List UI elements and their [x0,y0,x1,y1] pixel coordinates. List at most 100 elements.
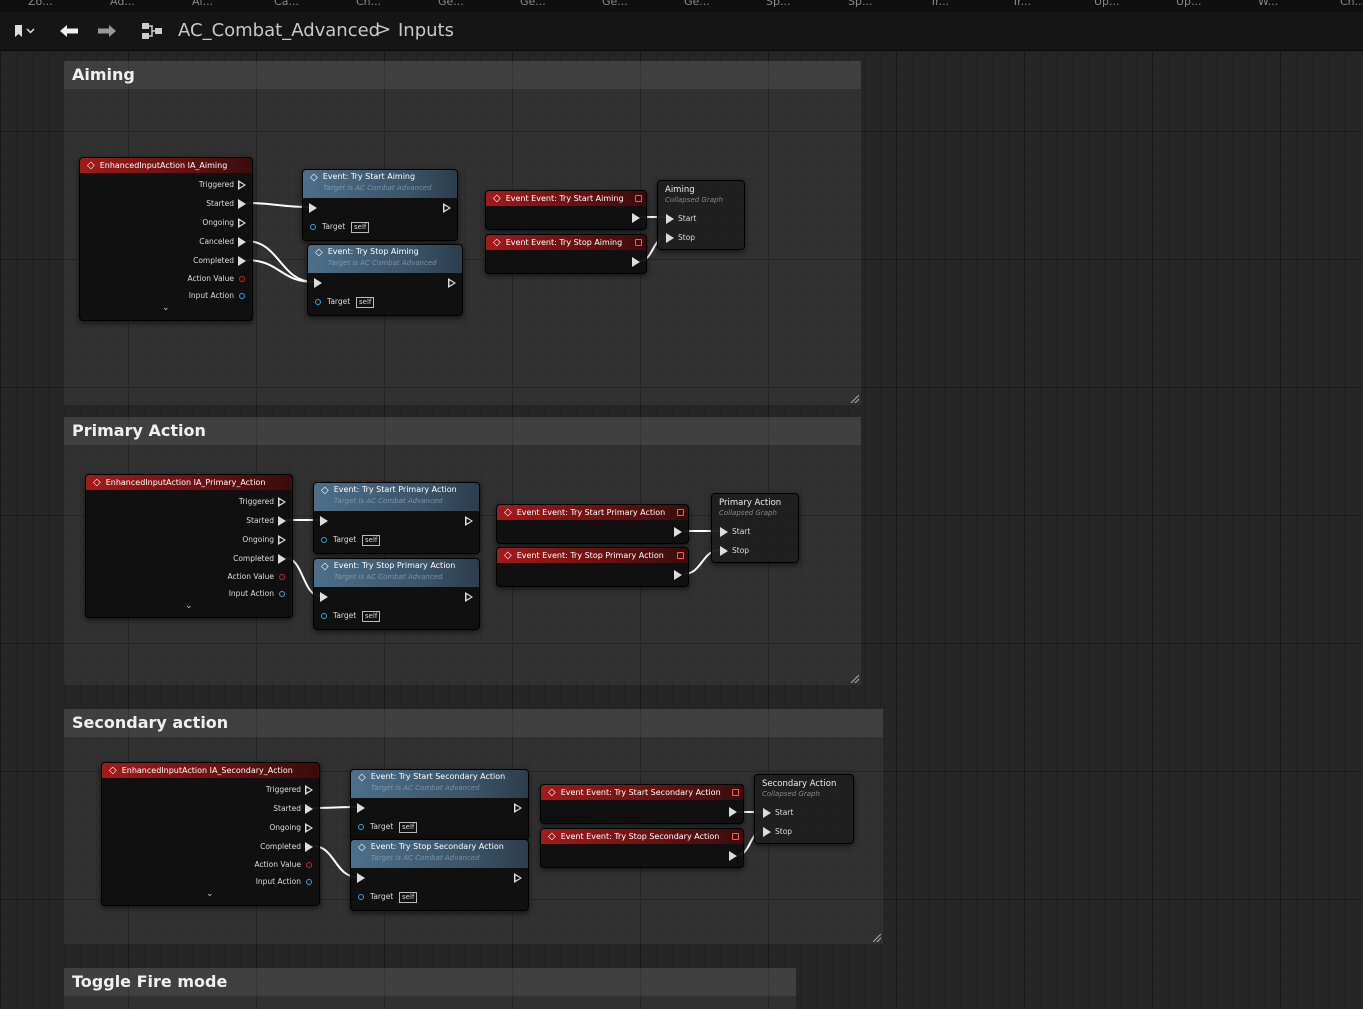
self-default-value[interactable]: self [362,535,381,546]
forward-button[interactable] [90,12,124,50]
node-header[interactable]: ◇ Event: Try Stop Secondary Action Target … [351,840,528,868]
exec-pin-in[interactable] [357,873,365,883]
tab-item[interactable]: Zo... [28,0,53,8]
node-header[interactable]: ◇ Event: Try Stop Aiming Target is AC Comb… [308,245,462,273]
exec-pin-out[interactable] [729,807,737,817]
delegate-pin[interactable] [732,833,739,840]
delegate-pin[interactable] [635,195,642,202]
tab-item[interactable]: Ca... [274,0,299,8]
delegate-pin[interactable] [732,789,739,796]
node-header[interactable]: ◇ Event Event: Try Stop Aiming [486,235,646,250]
exec-pin-in[interactable] [320,592,328,602]
custom-event-node[interactable]: ◇ Event Event: Try Start Primary Action [496,504,689,544]
chevron-down-icon[interactable]: ⌄ [206,889,214,899]
collapsed-graph-node[interactable]: Primary Action Collapsed Graph Start Sto… [711,493,799,563]
custom-event-node[interactable]: ◇ Event Event: Try Stop Aiming [485,234,647,274]
exec-pin-completed[interactable] [278,554,286,564]
node-header[interactable]: ◇ Event Event: Try Start Primary Action [497,505,688,520]
resize-handle[interactable] [873,934,881,942]
exec-pin-out[interactable] [448,278,456,288]
data-pin-action-value[interactable] [279,574,285,580]
data-pin-target[interactable] [310,224,316,230]
data-pin-action-value[interactable] [306,862,312,868]
breadcrumb-root[interactable]: AC_Combat_Advanced [178,20,380,41]
node-header[interactable]: ◇ Event: Try Stop Primary Action Target is… [314,559,479,587]
data-pin-input-action[interactable] [279,591,285,597]
input-action-node[interactable]: ◇ EnhancedInputAction IA_Secondary_Action… [101,762,320,906]
node-header[interactable]: ◇ EnhancedInputAction IA_Primary_Action [86,475,292,490]
data-pin-input-action[interactable] [306,879,312,885]
node-header[interactable]: ◇ Event Event: Try Start Secondary Action [541,785,743,800]
exec-pin-out[interactable] [514,803,522,813]
tab-item[interactable]: Ge... [520,0,546,8]
exec-pin-triggered[interactable] [238,180,246,190]
exec-pin-out[interactable] [443,203,451,213]
node-header[interactable]: ◇ Event: Try Start Secondary Action Target… [351,770,528,798]
exec-pin-out[interactable] [632,257,640,267]
delegate-pin[interactable] [635,239,642,246]
call-function-node[interactable]: ◇ Event: Try Start Aiming Target is AC Com… [302,169,458,241]
exec-pin-stop[interactable] [666,233,674,243]
exec-pin-ongoing[interactable] [278,535,286,545]
back-button[interactable] [52,12,86,50]
self-default-value[interactable]: self [351,222,370,233]
tab-item[interactable]: W... [1258,0,1278,8]
exec-pin-completed[interactable] [305,842,313,852]
exec-pin-completed[interactable] [238,256,246,266]
data-pin-target[interactable] [358,824,364,830]
self-default-value[interactable]: self [399,892,418,903]
exec-pin-ongoing[interactable] [305,823,313,833]
exec-pin-start[interactable] [720,527,728,537]
tab-item[interactable]: Tr... [930,0,949,8]
resize-handle[interactable] [851,395,859,403]
exec-pin-ongoing[interactable] [238,218,246,228]
call-function-node[interactable]: ◇ Event: Try Start Primary Action Target i… [313,482,480,554]
tab-item[interactable]: Ge... [438,0,464,8]
exec-pin-started[interactable] [238,199,246,209]
exec-pin-triggered[interactable] [278,497,286,507]
exec-pin-in[interactable] [357,803,365,813]
exec-pin-out[interactable] [465,592,473,602]
custom-event-node[interactable]: ◇ Event Event: Try Stop Secondary Action [540,828,744,868]
exec-pin-stop[interactable] [763,827,771,837]
node-header[interactable]: ◇ Event: Try Start Aiming Target is AC Com… [303,170,457,198]
exec-pin-out[interactable] [729,851,737,861]
node-header[interactable]: ◇ Event Event: Try Start Aiming [486,191,646,206]
data-pin-input-action[interactable] [239,293,245,299]
tab-item[interactable]: Ge... [684,0,710,8]
exec-pin-canceled[interactable] [238,237,246,247]
call-function-node[interactable]: ◇ Event: Try Stop Secondary Action Target … [350,839,529,911]
comment-title-bar[interactable]: Primary Action [64,417,861,445]
exec-pin-out[interactable] [465,516,473,526]
tab-item[interactable]: Ge... [602,0,628,8]
data-pin-target[interactable] [358,894,364,900]
exec-pin-in[interactable] [309,203,317,213]
tab-item[interactable]: Up... [1094,0,1120,8]
exec-pin-triggered[interactable] [305,785,313,795]
exec-pin-started[interactable] [278,516,286,526]
self-default-value[interactable]: self [356,297,375,308]
chevron-down-icon[interactable]: ⌄ [185,601,193,611]
exec-pin-in[interactable] [320,516,328,526]
custom-event-node[interactable]: ◇ Event Event: Try Start Secondary Action [540,784,744,824]
self-default-value[interactable]: self [399,822,418,833]
exec-pin-out[interactable] [632,213,640,223]
chevron-down-icon[interactable]: ⌄ [162,303,170,313]
node-header[interactable]: ◇ EnhancedInputAction IA_Secondary_Action [102,763,319,778]
tab-item[interactable]: Ad... [110,0,135,8]
custom-event-node[interactable]: ◇ Event Event: Try Stop Primary Action [496,547,689,587]
resize-handle[interactable] [851,675,859,683]
tab-item[interactable]: Sp... [848,0,872,8]
data-pin-target[interactable] [321,613,327,619]
custom-event-node[interactable]: ◇ Event Event: Try Start Aiming [485,190,647,230]
call-function-node[interactable]: ◇ Event: Try Start Secondary Action Target… [350,769,529,841]
call-function-node[interactable]: ◇ Event: Try Stop Aiming Target is AC Comb… [307,244,463,316]
tab-item[interactable]: Tr... [1012,0,1031,8]
comment-title-bar[interactable]: Secondary action [64,709,883,737]
call-function-node[interactable]: ◇ Event: Try Stop Primary Action Target is… [313,558,480,630]
comment-title-bar[interactable]: Toggle Fire mode [64,968,796,996]
exec-pin-started[interactable] [305,804,313,814]
exec-pin-out[interactable] [674,570,682,580]
exec-pin-start[interactable] [763,808,771,818]
tab-item[interactable]: Up... [1176,0,1202,8]
